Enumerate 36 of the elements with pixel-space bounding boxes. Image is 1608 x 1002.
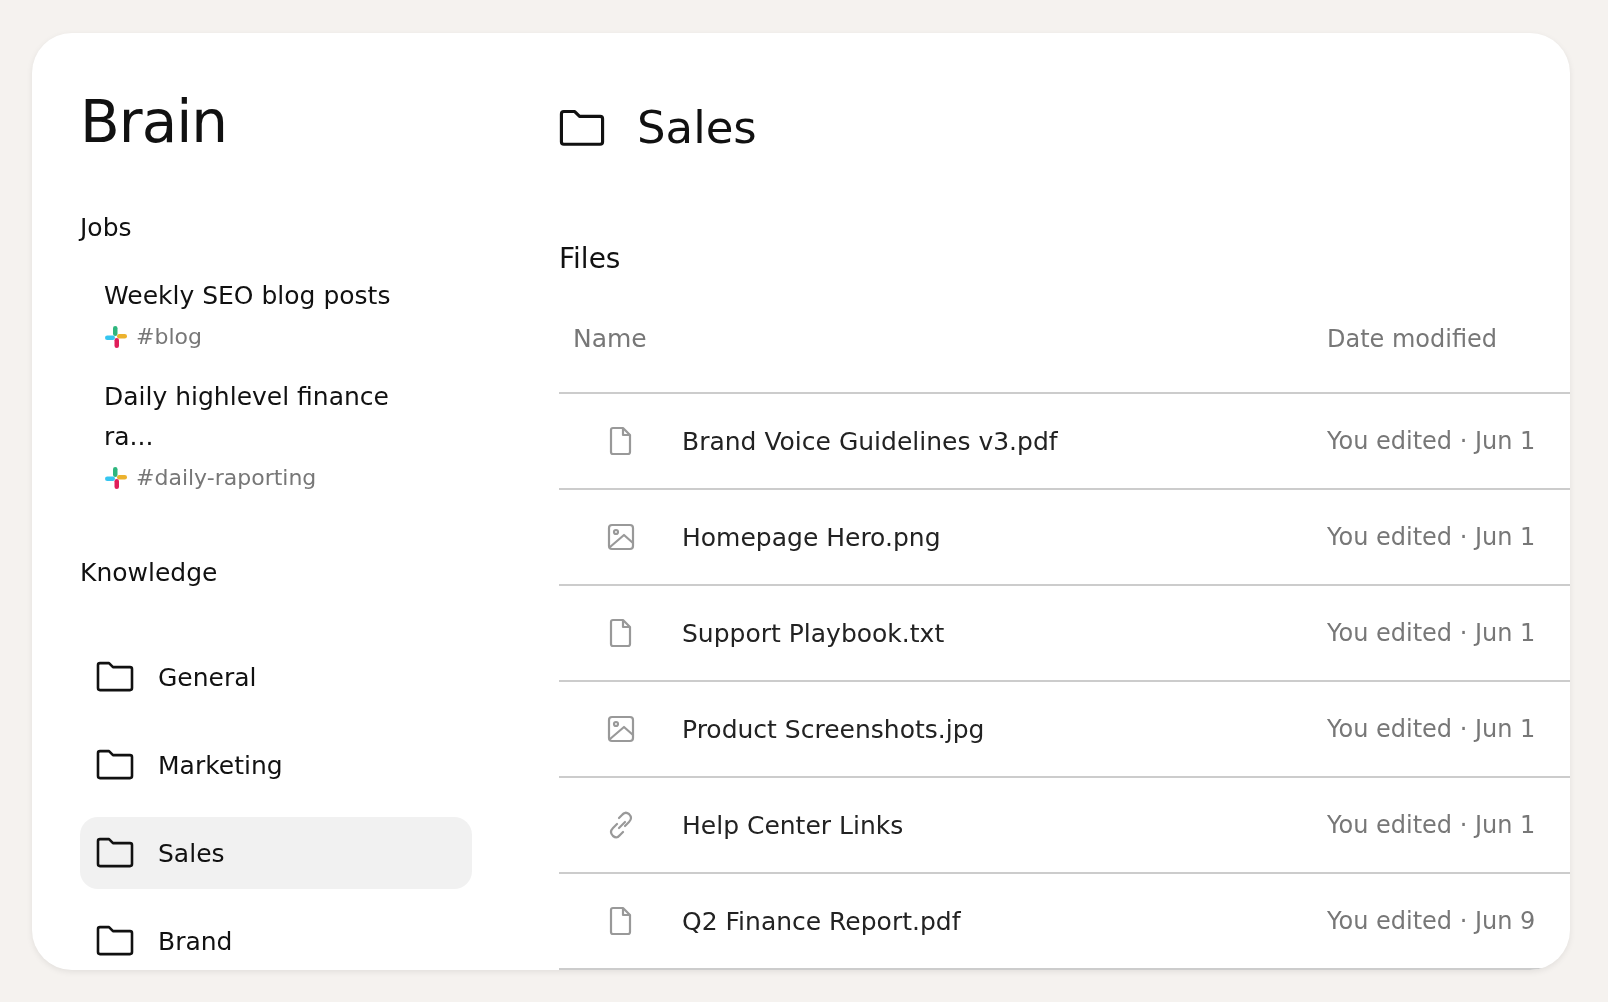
column-header[interactable]: Date modified [1327, 324, 1498, 353]
folder-icon [559, 108, 605, 147]
section-heading: Knowledge [80, 558, 219, 587]
folder-item[interactable]: Marketing [80, 729, 472, 801]
job-title[interactable]: Daily highlevel finance ra... [104, 377, 424, 457]
channel-name: #daily-raporting [136, 465, 317, 490]
folder-item[interactable]: General [80, 641, 472, 713]
four-color-hash-icon [104, 465, 128, 490]
file-name[interactable]: Product Screenshots.jpg [682, 714, 1327, 744]
file-name[interactable]: Support Playbook.txt [682, 618, 1327, 648]
file-name[interactable]: Help Center Links [682, 810, 1327, 840]
section-heading: Files [559, 242, 622, 275]
folder-icon [96, 749, 134, 781]
file-name[interactable]: Homepage Hero.png [682, 522, 1327, 552]
four-color-hash-icon [104, 324, 128, 349]
job-title[interactable]: Weekly SEO blog posts [104, 276, 424, 316]
file-name[interactable]: Brand Voice Guidelines v3.pdf [682, 426, 1327, 456]
section-heading: Jobs [80, 213, 133, 242]
folder-icon [96, 837, 134, 869]
folder-item[interactable]: Brand [80, 905, 472, 970]
modified-date: You edited · Jun 1 [1327, 619, 1536, 647]
image-icon [606, 522, 635, 552]
folder-item[interactable]: Sales [80, 817, 472, 889]
folder-icon [96, 925, 134, 957]
column-header[interactable]: Name [573, 324, 1327, 353]
page-title: Sales [637, 101, 757, 154]
file-name[interactable]: Q2 Finance Report.pdf [682, 906, 1327, 936]
modified-date: You edited · Jun 1 [1327, 427, 1536, 455]
modified-date: You edited · Jun 1 [1327, 811, 1536, 839]
image-icon [606, 714, 635, 744]
modified-date: You edited · Jun 9 [1327, 907, 1536, 935]
channel-name: #blog [136, 324, 202, 349]
app-title: Brain [80, 93, 229, 151]
modified-date: You edited · Jun 1 [1327, 715, 1536, 743]
folder-icon [96, 661, 134, 693]
modified-date: You edited · Jun 1 [1327, 523, 1536, 551]
